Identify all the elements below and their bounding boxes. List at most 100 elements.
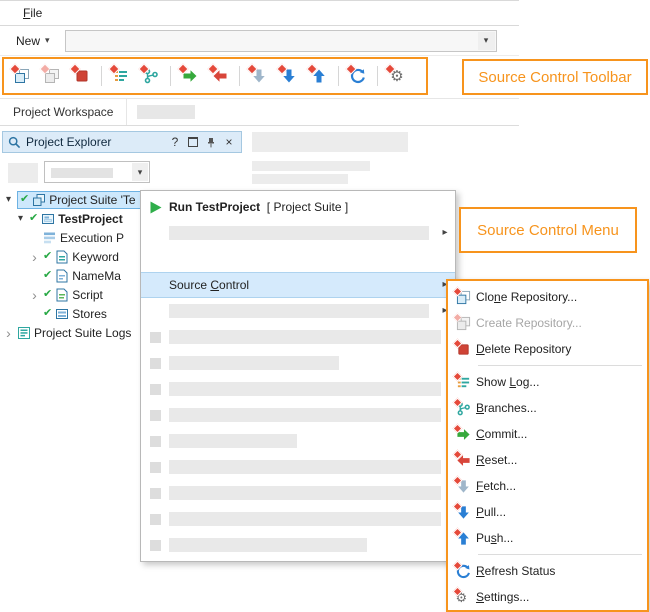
check-icon[interactable]: ✔: [43, 270, 52, 281]
tab-project-workspace[interactable]: Project Workspace: [0, 99, 127, 125]
menu-item-delete-repository[interactable]: Delete Repository: [448, 336, 647, 362]
clone-repository-button[interactable]: [8, 63, 36, 89]
commit-icon: [182, 68, 199, 85]
branches-button[interactable]: [137, 63, 165, 89]
tree-item-label: Stores: [72, 307, 107, 321]
menu-item-placeholder[interactable]: [141, 246, 455, 272]
tree-selection[interactable]: ✔ Project Suite 'Te: [17, 191, 141, 209]
explorer-filter-combobox[interactable]: ▾: [44, 161, 150, 183]
search-icon: [8, 136, 21, 149]
reset-button[interactable]: [206, 63, 234, 89]
menu-item-run-testproject[interactable]: Run TestProject [ Project Suite ]: [141, 194, 455, 220]
refresh-icon: [350, 68, 367, 85]
menu-icon-placeholder: [150, 384, 161, 395]
expander-open-icon[interactable]: ▾: [15, 214, 26, 224]
project-explorer-header: Project Explorer ? ×: [2, 131, 242, 153]
menu-item-mnemonic: B: [476, 401, 484, 415]
menu-item-placeholder[interactable]: ▸: [141, 220, 455, 246]
menu-item-placeholder[interactable]: [141, 324, 455, 350]
menu-item-mnemonic: C: [476, 427, 485, 441]
menu-item-placeholder[interactable]: ▸: [141, 298, 455, 324]
check-icon[interactable]: ✔: [29, 213, 38, 224]
menu-item-label: ontrol: [219, 278, 249, 292]
placeholder-bar: [169, 434, 297, 448]
menu-item-mnemonic: R: [476, 453, 485, 467]
menu-item-label: Show: [476, 375, 509, 389]
delete-repository-button[interactable]: [68, 63, 96, 89]
menu-item-pull[interactable]: Pull...: [448, 499, 647, 525]
stores-icon: [55, 307, 69, 321]
file-menu[interactable]: File: [17, 4, 48, 22]
menu-item-placeholder[interactable]: [141, 532, 455, 558]
expander-open-icon[interactable]: ▾: [3, 195, 14, 205]
auto-hide-pin-button[interactable]: [204, 134, 218, 150]
dropdown-arrow-icon: ▾: [45, 36, 50, 45]
menu-item-fetch[interactable]: Fetch...: [448, 473, 647, 499]
menu-icon-placeholder: [150, 410, 161, 421]
help-button[interactable]: ?: [168, 134, 182, 150]
reset-icon: [456, 453, 471, 468]
dropdown-arrow-icon[interactable]: ▾: [478, 32, 495, 50]
menu-item-refresh-status[interactable]: Refresh Status: [448, 558, 647, 584]
menu-item-create-repository: Create Repository...: [448, 310, 647, 336]
expander-closed-icon[interactable]: ›: [29, 250, 40, 264]
check-icon[interactable]: ✔: [20, 194, 29, 205]
refresh-button[interactable]: [344, 63, 372, 89]
toolbar-combobox[interactable]: ▾: [65, 30, 497, 52]
placeholder-block: [252, 174, 348, 184]
menu-item-source-control[interactable]: Source Control ▸: [141, 272, 455, 298]
check-icon[interactable]: ✔: [43, 251, 52, 262]
placeholder-block: [252, 132, 408, 152]
show-log-button[interactable]: [107, 63, 135, 89]
pull-button[interactable]: [275, 63, 303, 89]
check-icon[interactable]: ✔: [43, 289, 52, 300]
fetch-icon: [456, 479, 471, 494]
menu-item-show-log[interactable]: Show Log...: [448, 369, 647, 395]
create-repository-icon: [44, 68, 61, 85]
commit-button[interactable]: [176, 63, 204, 89]
push-icon: [311, 68, 328, 85]
tree-item-label: NameMa: [72, 269, 121, 283]
menu-item-commit[interactable]: Commit...: [448, 421, 647, 447]
menu-item-placeholder[interactable]: [141, 376, 455, 402]
menu-icon-placeholder: [150, 514, 161, 525]
expander-closed-icon[interactable]: ›: [29, 288, 40, 302]
settings-gear-icon: ⚙: [389, 68, 406, 85]
fetch-button[interactable]: [245, 63, 273, 89]
dropdown-arrow-icon[interactable]: ▾: [132, 163, 148, 181]
maximize-button[interactable]: [186, 134, 200, 150]
menu-item-placeholder[interactable]: [141, 506, 455, 532]
settings-button[interactable]: ⚙: [383, 63, 411, 89]
menu-item-suffix: [ Project Suite ]: [260, 200, 348, 214]
menu-icon-placeholder: [150, 462, 161, 473]
menu-item-placeholder[interactable]: [141, 428, 455, 454]
check-icon[interactable]: ✔: [43, 308, 52, 319]
refresh-icon: [456, 564, 471, 579]
tree-item-label: Project Suite 'Te: [49, 193, 135, 207]
menu-item-push[interactable]: Push...: [448, 525, 647, 551]
placeholder-bar: [169, 538, 367, 552]
tab-placeholder[interactable]: [137, 105, 195, 119]
menu-item-placeholder[interactable]: [141, 350, 455, 376]
callout-source-control-toolbar: Source Control Toolbar: [462, 59, 648, 95]
source-control-submenu: Clone Repository... Create Repository...…: [446, 279, 649, 612]
menu-item-placeholder[interactable]: [141, 480, 455, 506]
push-button[interactable]: [305, 63, 333, 89]
menu-item-branches[interactable]: Branches...: [448, 395, 647, 421]
menu-separator: [478, 554, 642, 555]
menu-item-label: h...: [497, 531, 514, 545]
menu-item-placeholder[interactable]: [141, 454, 455, 480]
menu-item-label: og...: [516, 375, 539, 389]
menu-item-clone-repository[interactable]: Clone Repository...: [448, 284, 647, 310]
menu-item-label: Run TestProject: [169, 200, 260, 214]
pull-icon: [281, 68, 298, 85]
workspace-tabs: Project Workspace: [0, 99, 519, 126]
expander-closed-icon[interactable]: ›: [3, 326, 14, 340]
menu-item-reset[interactable]: Reset...: [448, 447, 647, 473]
close-button[interactable]: ×: [222, 134, 236, 150]
menu-item-settings[interactable]: ⚙ Settings...: [448, 584, 647, 610]
new-button[interactable]: New ▾: [8, 30, 58, 52]
menu-item-placeholder[interactable]: [141, 402, 455, 428]
tree-item-label: TestProject: [58, 212, 122, 226]
delete-repository-icon: [456, 342, 471, 357]
